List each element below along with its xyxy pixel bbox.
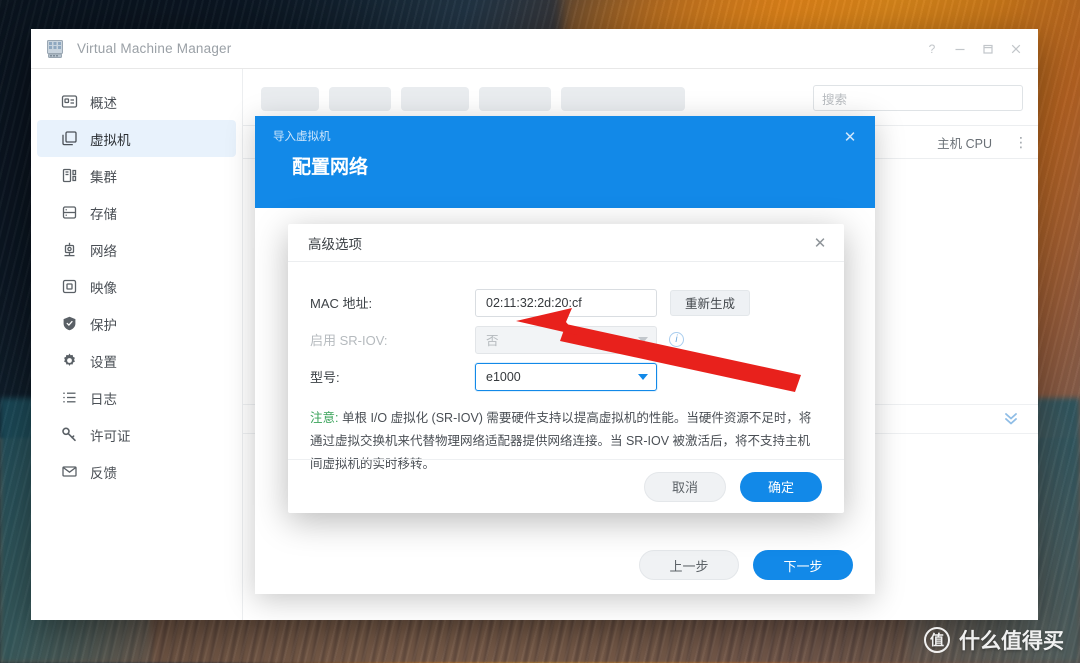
confirm-button[interactable]: 确定 <box>740 471 822 502</box>
sriov-label: 启用 SR-IOV: <box>310 333 388 348</box>
advanced-options-title: 高级选项 <box>308 236 362 252</box>
sidebar-item-label: 设置 <box>90 354 117 370</box>
sidebar-item-label: 反馈 <box>90 465 117 481</box>
mac-address-field[interactable]: 02:11:32:2d:20:cf <box>475 288 657 317</box>
advanced-options-header: 高级选项 ✕ <box>288 224 844 262</box>
sidebar-item-log[interactable]: 日志 <box>37 379 236 416</box>
regenerate-mac-button[interactable]: 重新生成 <box>670 289 751 316</box>
advanced-options-close-icon[interactable]: ✕ <box>810 233 830 253</box>
mac-address-label: MAC 地址: <box>310 296 373 311</box>
sidebar-item-label: 虚拟机 <box>90 132 131 148</box>
watermark-badge: 值 <box>924 627 950 653</box>
sidebar-item-protection[interactable]: 保护 <box>37 305 236 342</box>
wizard-breadcrumb: 导入虚拟机 <box>273 131 331 143</box>
sidebar: 概述 虚拟机 集群 存储 网络 映像 保护 设置 日志 许可证 反馈 <box>31 69 243 620</box>
wizard-header: 导入虚拟机 配置网络 ✕ <box>255 116 875 208</box>
advanced-options-footer: 取消 确定 <box>288 459 844 513</box>
sidebar-item-label: 集群 <box>90 169 117 185</box>
svg-text:?: ? <box>929 42 936 56</box>
window-title: Virtual Machine Manager <box>77 41 232 56</box>
storage-icon <box>61 204 78 221</box>
shield-icon <box>61 315 78 332</box>
sriov-info-icon[interactable]: i <box>669 332 684 347</box>
sidebar-item-label: 网络 <box>90 243 117 259</box>
mac-address-value: 02:11:32:2d:20:cf <box>486 295 582 310</box>
key-icon <box>61 426 78 443</box>
sidebar-item-label: 存储 <box>90 206 117 222</box>
table-options-kebab-icon[interactable]: ⋮ <box>1014 135 1028 149</box>
sidebar-item-label: 概述 <box>90 95 117 111</box>
cancel-button[interactable]: 取消 <box>644 471 726 502</box>
maximize-button[interactable] <box>974 35 1002 63</box>
model-label: 型号: <box>310 370 340 385</box>
chevron-down-icon <box>638 372 648 382</box>
sidebar-item-label: 日志 <box>90 391 117 407</box>
minimize-button[interactable] <box>946 35 974 63</box>
watermark-text: 什么值得买 <box>959 630 1064 653</box>
sidebar-item-cluster[interactable]: 集群 <box>37 157 236 194</box>
search-input[interactable]: 搜索 <box>813 85 1023 111</box>
sidebar-item-label: 许可证 <box>90 428 131 444</box>
note-prefix: 注意: <box>310 411 339 425</box>
virtual-machine-manager-window: Virtual Machine Manager ? 概述 虚拟机 集群 存储 网… <box>31 29 1038 620</box>
column-header-host-cpu: 主机 CPU <box>937 136 992 151</box>
sidebar-item-feedback[interactable]: 反馈 <box>37 453 236 490</box>
log-icon <box>61 389 78 406</box>
toolbar-button-5[interactable] <box>561 87 685 111</box>
search-placeholder: 搜索 <box>822 92 848 107</box>
gear-icon <box>61 352 78 369</box>
help-button[interactable]: ? <box>918 35 946 63</box>
sidebar-item-virtual-machine[interactable]: 虚拟机 <box>37 120 236 157</box>
model-value: e1000 <box>486 369 521 384</box>
virtual-machine-icon <box>61 130 78 147</box>
sidebar-item-network[interactable]: 网络 <box>37 231 236 268</box>
mac-address-row: MAC 地址: 02:11:32:2d:20:cf 重新生成 <box>310 284 822 321</box>
toolbar-button-4[interactable] <box>479 87 551 111</box>
next-step-button[interactable]: 下一步 <box>753 550 853 580</box>
sidebar-item-overview[interactable]: 概述 <box>37 83 236 120</box>
sriov-value: 否 <box>486 334 499 348</box>
close-button[interactable] <box>1002 35 1030 63</box>
wizard-footer: 上一步 下一步 <box>255 536 875 594</box>
advanced-options-dialog: 高级选项 ✕ MAC 地址: 02:11:32:2d:20:cf 重新生成 启用… <box>288 224 844 513</box>
image-icon <box>61 278 78 295</box>
toolbar-button-1[interactable] <box>261 87 319 111</box>
toolbar-button-2[interactable] <box>329 87 391 111</box>
toolbar-button-3[interactable] <box>401 87 469 111</box>
network-icon <box>61 241 78 258</box>
sriov-row: 启用 SR-IOV: 否 i <box>310 321 822 358</box>
mail-icon <box>61 463 78 480</box>
wizard-page-title: 配置网络 <box>292 157 369 178</box>
vmm-app-icon <box>45 39 65 59</box>
advanced-options-body: MAC 地址: 02:11:32:2d:20:cf 重新生成 启用 SR-IOV… <box>288 262 844 476</box>
sidebar-item-settings[interactable]: 设置 <box>37 342 236 379</box>
sidebar-item-image[interactable]: 映像 <box>37 268 236 305</box>
window-titlebar: Virtual Machine Manager ? <box>31 29 1038 69</box>
overview-icon <box>61 93 78 110</box>
sriov-select: 否 <box>475 325 657 354</box>
sidebar-item-license[interactable]: 许可证 <box>37 416 236 453</box>
model-row: 型号: e1000 <box>310 358 822 395</box>
chevron-double-down-icon[interactable] <box>1002 409 1020 430</box>
wizard-close-icon[interactable]: ✕ <box>839 126 861 148</box>
watermark: 值 什么值得买 <box>924 625 1064 655</box>
chevron-down-icon <box>638 335 648 345</box>
model-select[interactable]: e1000 <box>475 362 657 391</box>
sidebar-item-label: 映像 <box>90 280 117 296</box>
previous-step-button[interactable]: 上一步 <box>639 550 739 580</box>
sidebar-item-storage[interactable]: 存储 <box>37 194 236 231</box>
sidebar-item-label: 保护 <box>90 317 117 333</box>
cluster-icon <box>61 167 78 184</box>
